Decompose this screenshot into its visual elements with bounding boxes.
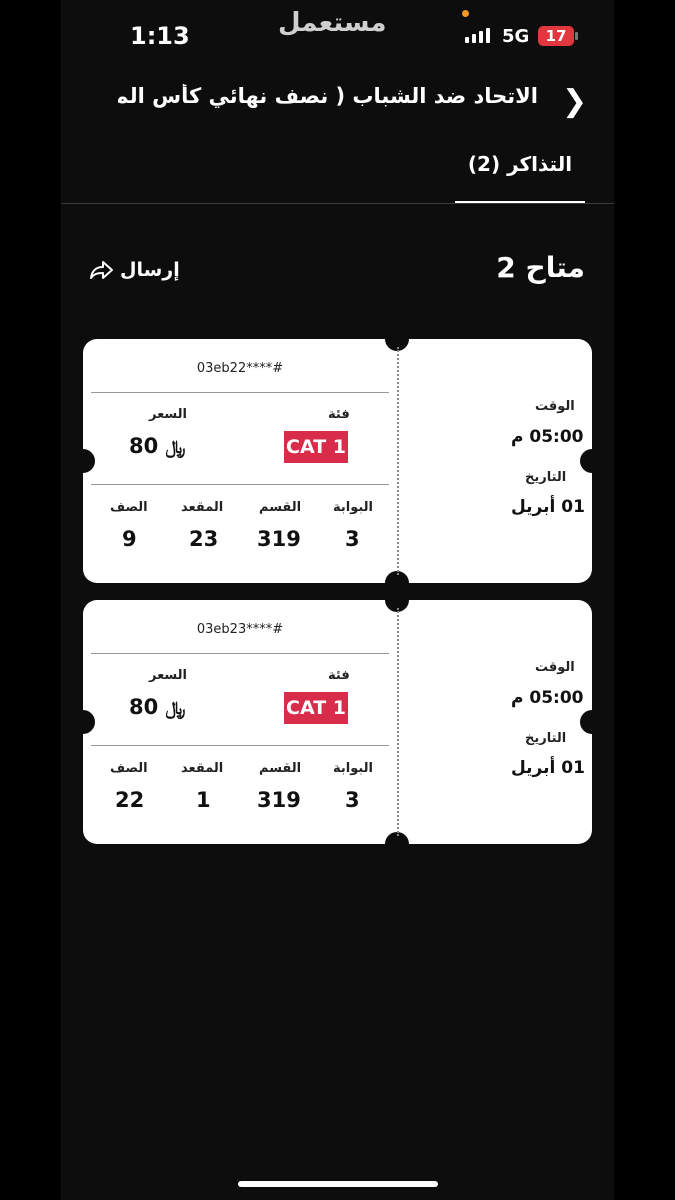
time-value: 05:00 م	[511, 427, 584, 447]
network-type: 5G	[502, 26, 530, 47]
tab-tickets[interactable]: التذاكر (2)	[455, 152, 585, 176]
send-label: إرسال	[120, 259, 180, 281]
seat-value: 1	[196, 788, 211, 812]
share-arrow-icon	[90, 261, 113, 279]
price-label: السعر	[149, 668, 187, 683]
home-indicator[interactable]	[238, 1181, 438, 1187]
gate-value: 3	[345, 788, 360, 812]
category-badge: CAT 1	[284, 692, 348, 724]
header-divider	[61, 203, 614, 204]
battery-icon: 17	[538, 26, 578, 46]
price-label: السعر	[149, 407, 187, 422]
row-value: 22	[115, 788, 145, 812]
ticket-divider	[91, 392, 389, 393]
price-value: ﷼ 80	[129, 434, 186, 458]
page-title: الاتحاد ضد الشباب ( نصف نهائي كأس المل..…	[118, 84, 538, 108]
ticket-card[interactable]: 03eb22****# فئة CAT 1 السعر ﷼ 80 البوابة…	[71, 327, 604, 595]
status-bar: 1:13 مستعمل 5G 17	[0, 0, 675, 70]
ticket-notch	[580, 710, 604, 734]
privacy-dot-icon	[462, 10, 469, 17]
section-label: القسم	[259, 500, 302, 515]
gate-value: 3	[345, 527, 360, 551]
gate-label: البوابة	[333, 500, 374, 515]
riyal-icon: ﷼	[165, 698, 186, 719]
ticket-code: 03eb22****#	[196, 361, 284, 376]
price-value: ﷼ 80	[129, 695, 186, 719]
ticket-divider	[91, 745, 389, 746]
row-label: الصف	[110, 761, 148, 776]
seat-value: 23	[189, 527, 219, 551]
date-label: التاريخ	[525, 731, 567, 746]
section-label: القسم	[259, 761, 302, 776]
ticket-notch	[580, 449, 604, 473]
ticket-divider	[91, 653, 389, 654]
watermark-logo: مستعمل	[278, 8, 387, 38]
chevron-right-icon[interactable]: ❯	[562, 84, 587, 119]
send-button[interactable]: إرسال	[88, 259, 180, 281]
gate-label: البوابة	[333, 761, 374, 776]
time-label: الوقت	[535, 399, 575, 414]
seat-label: المقعد	[181, 761, 224, 776]
category-label: فئة	[328, 668, 350, 683]
row-value: 9	[122, 527, 137, 551]
status-time: 1:13	[130, 22, 190, 50]
category-badge: CAT 1	[284, 431, 348, 463]
row-label: الصف	[110, 500, 148, 515]
riyal-icon: ﷼	[165, 437, 186, 458]
section-value: 319	[257, 788, 301, 812]
signal-icon	[465, 28, 490, 43]
perforation-line	[397, 608, 399, 836]
ticket-card[interactable]: 03eb23****# فئة CAT 1 السعر ﷼ 80 البوابة…	[71, 588, 604, 856]
section-value: 319	[257, 527, 301, 551]
ticket-notch	[71, 449, 95, 473]
time-value: 05:00 م	[511, 688, 584, 708]
time-label: الوقت	[535, 660, 575, 675]
ticket-code: 03eb23****#	[196, 622, 284, 637]
ticket-divider	[91, 484, 389, 485]
seat-label: المقعد	[181, 500, 224, 515]
date-value: 01 أبريل	[511, 758, 585, 778]
ticket-notch	[71, 710, 95, 734]
date-label: التاريخ	[525, 470, 567, 485]
available-count: متاح 2	[496, 251, 585, 284]
date-value: 01 أبريل	[511, 497, 585, 517]
category-label: فئة	[328, 407, 350, 422]
perforation-line	[397, 347, 399, 575]
